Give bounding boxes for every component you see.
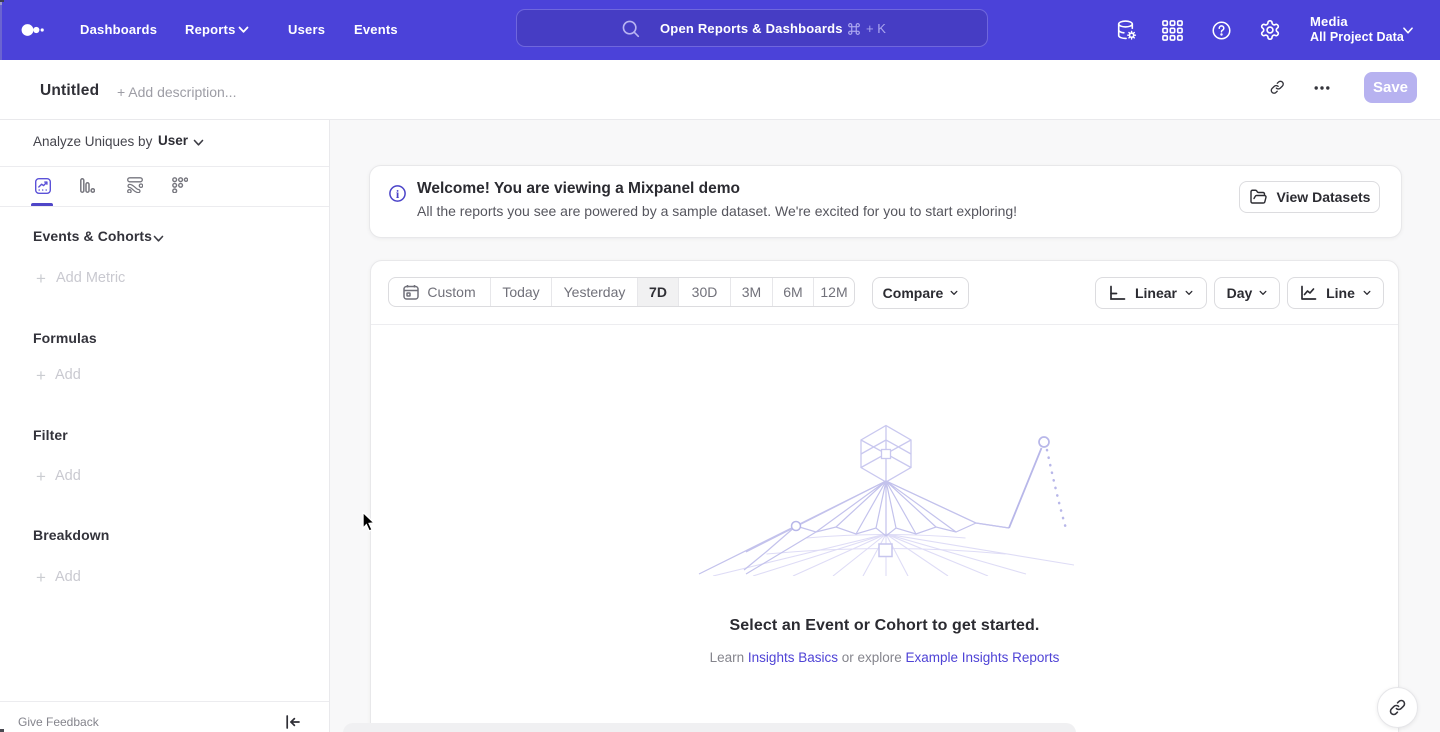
svg-text:i: i xyxy=(396,187,400,201)
